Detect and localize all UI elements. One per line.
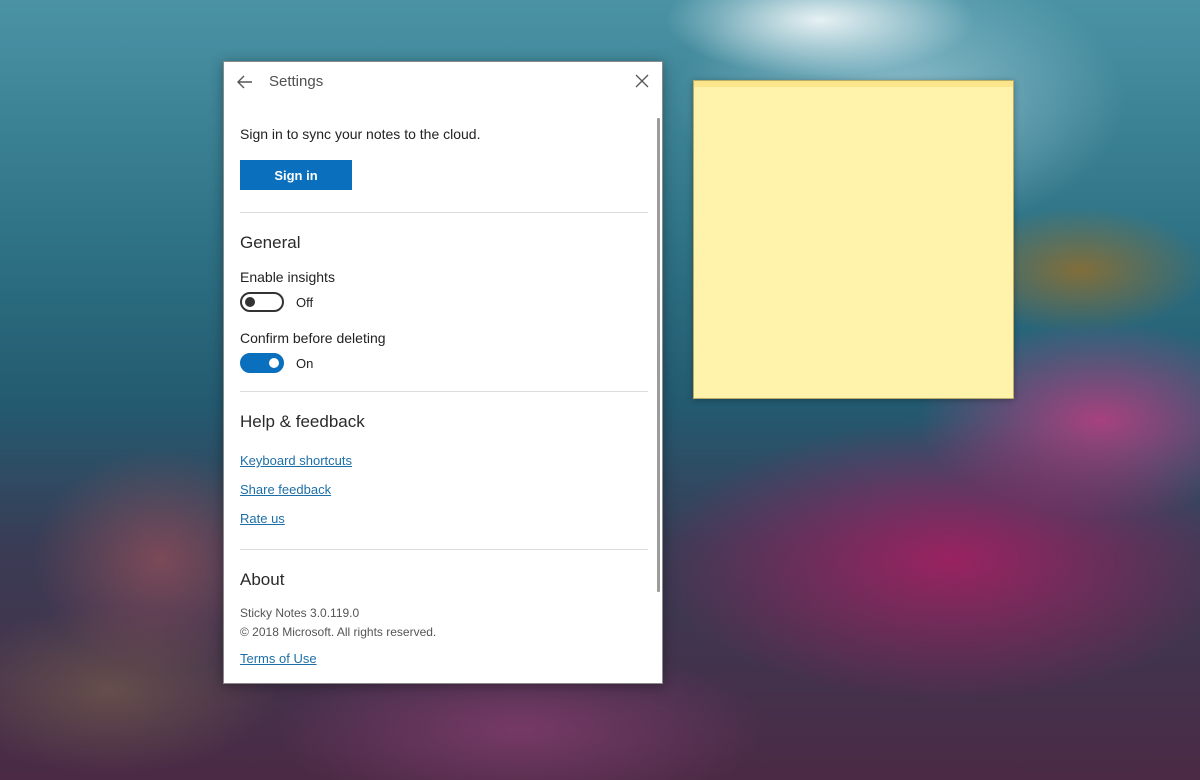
keyboard-shortcuts-link[interactable]: Keyboard shortcuts <box>240 453 352 468</box>
toggle-knob <box>245 297 255 307</box>
window-title: Settings <box>269 73 324 90</box>
confirm-delete-label: Confirm before deleting <box>240 330 386 346</box>
close-icon <box>635 74 649 88</box>
sticky-note-header[interactable] <box>694 81 1013 87</box>
general-heading: General <box>240 233 301 252</box>
scrollbar[interactable] <box>657 118 660 592</box>
confirm-delete-toggle[interactable] <box>240 353 284 373</box>
sync-message: Sign in to sync your notes to the cloud. <box>240 126 481 142</box>
insights-state: Off <box>296 295 314 310</box>
insights-label: Enable insights <box>240 269 335 285</box>
divider <box>240 549 648 550</box>
back-arrow-icon <box>237 75 252 89</box>
confirm-delete-state: On <box>296 356 314 371</box>
settings-window: Settings Sign in to sync your notes to t… <box>223 61 663 684</box>
share-feedback-link[interactable]: Share feedback <box>240 482 331 497</box>
sign-in-button[interactable]: Sign in <box>240 160 352 190</box>
divider <box>240 212 648 213</box>
copyright-text: © 2018 Microsoft. All rights reserved. <box>240 625 437 639</box>
version-text: Sticky Notes 3.0.119.0 <box>240 606 360 620</box>
close-button[interactable] <box>633 72 651 90</box>
terms-of-use-link[interactable]: Terms of Use <box>240 651 317 666</box>
sticky-note[interactable] <box>693 80 1014 399</box>
toggle-knob <box>269 358 279 368</box>
rate-us-link[interactable]: Rate us <box>240 511 285 526</box>
divider <box>240 391 648 392</box>
back-button[interactable] <box>234 71 256 93</box>
about-heading: About <box>240 570 285 589</box>
help-heading: Help & feedback <box>240 412 365 431</box>
insights-toggle[interactable] <box>240 292 284 312</box>
title-bar: Settings <box>224 62 662 104</box>
